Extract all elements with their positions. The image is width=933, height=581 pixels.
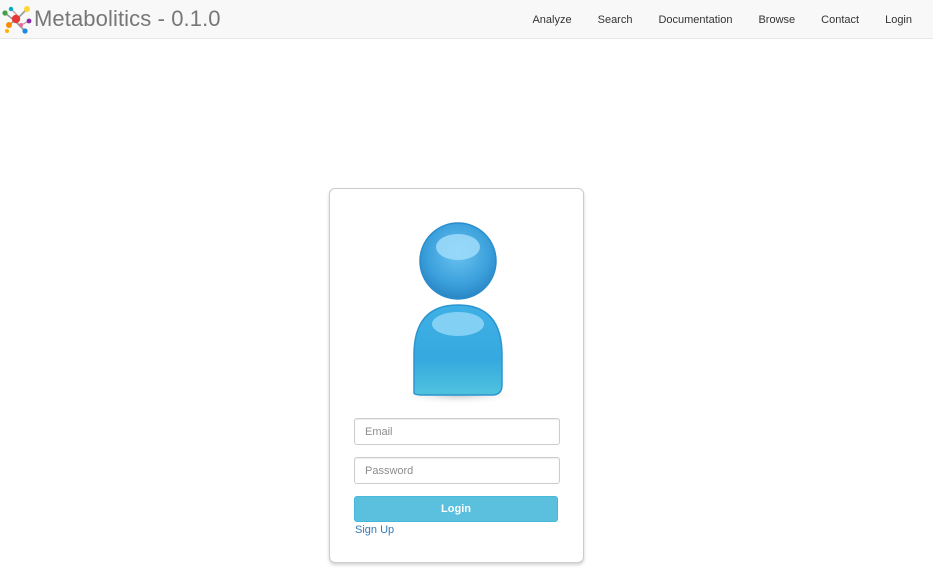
nav-contact[interactable]: Contact [808, 14, 872, 26]
nav-analyze[interactable]: Analyze [519, 14, 584, 26]
nav-links: Analyze Search Documentation Browse Cont… [519, 0, 925, 39]
navbar: Metabolitics - 0.1.0 Analyze Search Docu… [0, 0, 933, 39]
nav-browse[interactable]: Browse [745, 14, 808, 26]
brand[interactable]: Metabolitics - 0.1.0 [1, 2, 221, 36]
email-input[interactable] [354, 418, 560, 445]
molecule-logo-icon [2, 6, 32, 34]
user-avatar-icon [394, 222, 522, 405]
nav-documentation[interactable]: Documentation [645, 14, 745, 26]
brand-title: Metabolitics - 0.1.0 [34, 6, 221, 31]
login-button[interactable]: Login [354, 496, 558, 522]
nav-search[interactable]: Search [585, 14, 646, 26]
login-card: Login Sign Up [329, 188, 584, 563]
nav-login[interactable]: Login [872, 14, 925, 26]
signup-link[interactable]: Sign Up [355, 524, 394, 536]
password-input[interactable] [354, 457, 560, 484]
